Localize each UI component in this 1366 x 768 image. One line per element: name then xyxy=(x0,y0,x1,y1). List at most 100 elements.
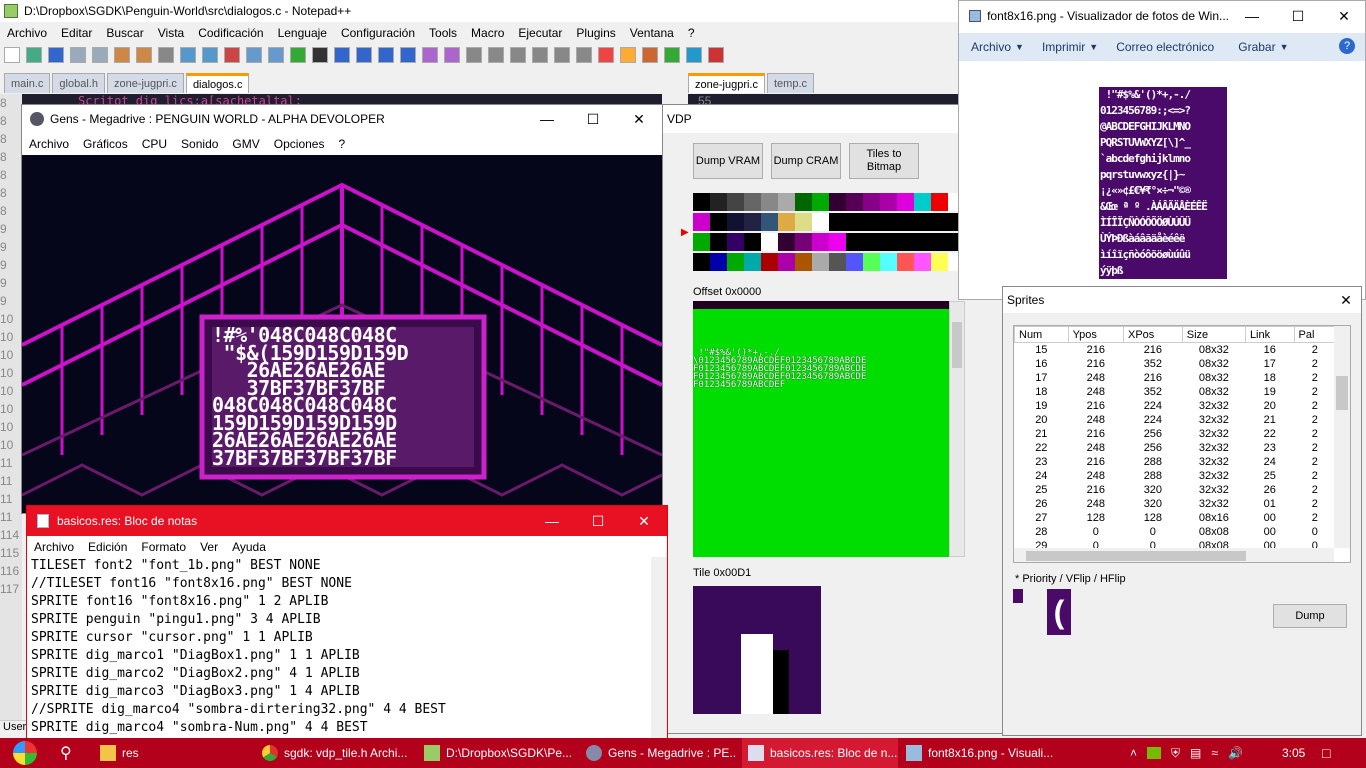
palette-swatch[interactable] xyxy=(931,193,948,211)
minimize-button[interactable]: — xyxy=(529,506,575,536)
notepad-titlebar[interactable]: basicos.res: Bloc de notas — ☐ ✕ xyxy=(27,506,667,536)
column-header[interactable]: Num xyxy=(1014,326,1069,343)
toolbar-icon[interactable] xyxy=(664,47,680,63)
menu-item[interactable]: Plugins xyxy=(569,26,622,40)
palette-swatch[interactable] xyxy=(897,253,914,271)
palette-swatch[interactable] xyxy=(846,233,863,251)
toolbar-icon[interactable] xyxy=(356,47,372,63)
menu-item[interactable]: Buscar xyxy=(99,26,150,40)
palette-swatch[interactable] xyxy=(880,213,897,231)
sprites-titlebar[interactable]: Sprites ✕ xyxy=(1003,287,1361,313)
palette-swatch[interactable] xyxy=(727,253,744,271)
volume-icon[interactable]: 🔊 xyxy=(1228,746,1243,760)
toolbar-icon[interactable] xyxy=(488,47,504,63)
table-row[interactable]: 21 216 256 32x32 22 2 xyxy=(1015,427,1336,441)
toolbar-icon[interactable] xyxy=(114,47,130,63)
palette-swatch[interactable] xyxy=(863,193,880,211)
palette-swatch[interactable] xyxy=(846,213,863,231)
menu-item[interactable]: Tools xyxy=(422,26,464,40)
palette-grid[interactable] xyxy=(693,193,965,273)
palette-swatch[interactable] xyxy=(829,233,846,251)
palette-swatch[interactable] xyxy=(795,253,812,271)
gens-titlebar[interactable]: Gens - Megadrive : PENGUIN WORLD - ALPHA… xyxy=(22,105,662,133)
palette-swatch[interactable] xyxy=(778,233,795,251)
palette-swatch[interactable] xyxy=(914,213,931,231)
menu-item[interactable]: Edición xyxy=(81,540,134,554)
taskbar-item-notepadpp[interactable]: D:\Dropbox\SGDK\Pe... xyxy=(424,738,574,768)
toolbar-icon[interactable] xyxy=(708,47,724,63)
menu-item[interactable]: ? xyxy=(681,26,702,40)
palette-swatch[interactable] xyxy=(693,253,710,271)
taskbar-item-chrome[interactable]: sgdk: vdp_tile.h Archi... xyxy=(262,738,412,768)
wifi-icon[interactable]: ≈ xyxy=(1211,746,1218,760)
toolbar-icon[interactable] xyxy=(444,47,460,63)
toolbar-icon[interactable] xyxy=(466,47,482,63)
dump-vram-button[interactable]: Dump VRAM xyxy=(693,143,763,179)
menu-item[interactable]: Ayuda xyxy=(225,540,273,554)
toolbar-icon[interactable] xyxy=(686,47,702,63)
palette-swatch[interactable] xyxy=(761,253,778,271)
menu-item[interactable]: GMV xyxy=(225,137,266,151)
toolbar-icon[interactable] xyxy=(158,47,174,63)
photo-menu-item[interactable]: Imprimir xyxy=(1030,40,1097,54)
search-icon[interactable]: ⚲ xyxy=(60,738,86,768)
toolbar-icon[interactable] xyxy=(224,47,240,63)
help-icon[interactable]: ? xyxy=(1339,38,1355,54)
palette-swatch[interactable] xyxy=(727,233,744,251)
palette-swatch[interactable] xyxy=(693,193,710,211)
palette-swatch[interactable] xyxy=(846,193,863,211)
close-button[interactable]: ✕ xyxy=(621,506,667,536)
photo-menu-item[interactable]: Archivo xyxy=(959,40,1023,54)
palette-swatch[interactable] xyxy=(761,213,778,231)
toolbar-icon[interactable] xyxy=(598,47,614,63)
palette-swatch[interactable] xyxy=(914,233,931,251)
table-row[interactable]: 26 248 320 32x32 01 2 xyxy=(1015,497,1336,511)
toolbar-icon[interactable] xyxy=(268,47,284,63)
dump-cram-button[interactable]: Dump CRAM xyxy=(771,143,841,179)
toolbar-icon[interactable] xyxy=(4,47,20,63)
toolbar-icon[interactable] xyxy=(290,47,306,63)
palette-swatch[interactable] xyxy=(778,193,795,211)
menu-item[interactable]: Gráficos xyxy=(76,137,135,151)
column-header[interactable]: Link xyxy=(1244,326,1295,343)
editor-tab[interactable]: dialogos.c xyxy=(185,73,250,93)
palette-swatch[interactable] xyxy=(829,253,846,271)
palette-swatch[interactable] xyxy=(727,213,744,231)
palette-swatch[interactable] xyxy=(795,193,812,211)
menu-item[interactable]: Formato xyxy=(134,540,193,554)
palette-swatch[interactable] xyxy=(761,233,778,251)
minimize-button[interactable]: — xyxy=(524,105,570,133)
toolbar-icon[interactable] xyxy=(620,47,636,63)
table-row[interactable]: 15 216 216 08x32 16 2 xyxy=(1015,343,1336,357)
toolbar-icon[interactable] xyxy=(554,47,570,63)
menu-item[interactable]: Sonido xyxy=(174,137,225,151)
palette-swatch[interactable] xyxy=(710,253,727,271)
palette-swatch[interactable] xyxy=(795,233,812,251)
editor-tab[interactable]: zone-jugpri.c xyxy=(106,73,184,93)
sprites-hscroll[interactable] xyxy=(1014,548,1334,562)
palette-swatch[interactable] xyxy=(795,213,812,231)
palette-swatch[interactable] xyxy=(880,253,897,271)
palette-swatch[interactable] xyxy=(693,233,710,251)
menu-item[interactable]: CPU xyxy=(135,137,174,151)
tray-icons[interactable]: ˄ ⛨ ▤ ≈ 🔊 xyxy=(1130,738,1270,768)
toolbar-icon[interactable] xyxy=(70,47,86,63)
palette-swatch[interactable] xyxy=(914,253,931,271)
palette-swatch[interactable] xyxy=(897,193,914,211)
tiles-to-bitmap-button[interactable]: Tiles to Bitmap xyxy=(849,143,919,179)
vram-scrollbar[interactable] xyxy=(949,301,965,557)
maximize-button[interactable]: ☐ xyxy=(575,506,621,536)
menu-item[interactable]: Vista xyxy=(151,26,191,40)
scroll-thumb[interactable] xyxy=(1336,376,1348,410)
toolbar-icon[interactable] xyxy=(48,47,64,63)
toolbar-icon[interactable] xyxy=(422,47,438,63)
palette-swatch[interactable] xyxy=(829,193,846,211)
palette-swatch[interactable] xyxy=(931,253,948,271)
minimize-button[interactable]: — xyxy=(1229,1,1275,31)
photo-titlebar[interactable]: font8x16.png - Visualizador de fotos de … xyxy=(959,1,1365,31)
palette-swatch[interactable] xyxy=(897,213,914,231)
palette-swatch[interactable] xyxy=(744,233,761,251)
column-header[interactable]: XPos xyxy=(1123,326,1183,343)
palette-swatch[interactable] xyxy=(693,213,710,231)
sprites-table-container[interactable]: Num Ypos XPos Size Link Pal 15 216 216 08x32 16 2 1… xyxy=(1013,325,1351,563)
